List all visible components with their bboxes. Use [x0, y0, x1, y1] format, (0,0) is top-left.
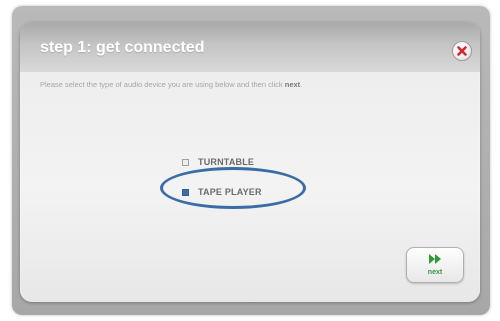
close-icon [457, 46, 467, 56]
dialog-title: step 1: get connected [40, 39, 205, 56]
option-tape-player[interactable]: TAPE PLAYER [182, 184, 262, 200]
option-label: TURNTABLE [198, 157, 255, 167]
fast-forward-icon [429, 254, 441, 264]
dialog-header: step 1: get connected [20, 22, 480, 72]
instruction-next-emphasis: next [284, 80, 301, 89]
option-label: TAPE PLAYER [198, 187, 262, 197]
option-turntable[interactable]: TURNTABLE [182, 154, 262, 170]
tape-player-checkbox[interactable] [182, 188, 189, 196]
device-options: TURNTABLE TAPE PLAYER [182, 154, 262, 214]
instruction-text: Please select the type of audio device y… [40, 80, 303, 89]
setup-dialog: step 1: get connected Please select the … [20, 22, 480, 302]
turntable-checkbox[interactable] [182, 158, 189, 166]
next-label: next [427, 269, 443, 276]
next-button[interactable]: next [406, 247, 464, 283]
close-button[interactable] [452, 41, 472, 61]
